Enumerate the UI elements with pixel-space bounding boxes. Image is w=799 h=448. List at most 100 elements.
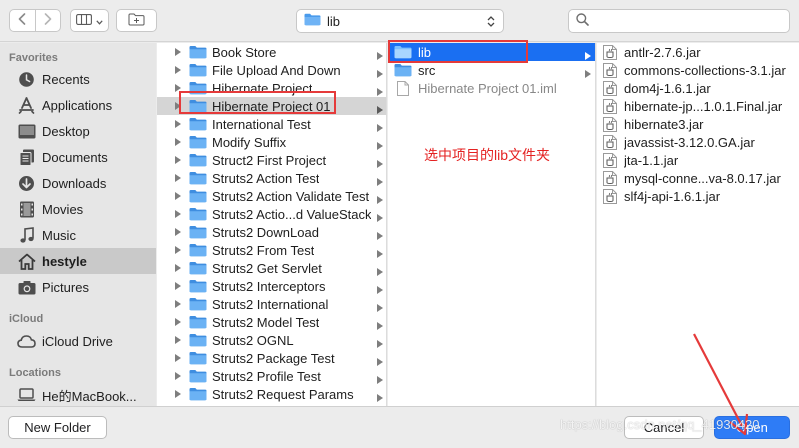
list-item[interactable]: File Upload And Down xyxy=(157,61,386,79)
list-item[interactable]: Struct2 First Project xyxy=(157,151,386,169)
folder-icon xyxy=(189,189,207,204)
sidebar-item-label: iCloud Drive xyxy=(42,333,113,349)
list-item[interactable]: Struts2 Interceptors xyxy=(157,277,386,295)
list-item[interactable]: slf4j-api-1.6.1.jar xyxy=(597,187,798,205)
sidebar-item-downloads[interactable]: Downloads xyxy=(0,170,156,196)
list-item-label: dom4j-1.6.1.jar xyxy=(624,80,711,96)
new-folder-icon xyxy=(128,13,145,29)
list-item[interactable]: Modify Suffix xyxy=(157,133,386,151)
list-item[interactable]: Struts2 Model Test xyxy=(157,313,386,331)
sidebar-item-desktop[interactable]: Desktop xyxy=(0,118,156,144)
back-button[interactable] xyxy=(10,10,35,31)
list-item[interactable]: hibernate3.jar xyxy=(597,115,798,133)
list-item-label: Hibernate Project 01.iml xyxy=(418,80,557,96)
list-item[interactable]: Struts2 Profile Test xyxy=(157,367,386,385)
home-icon xyxy=(17,252,36,270)
folder-icon xyxy=(394,63,412,78)
list-item[interactable]: Struts2 International xyxy=(157,295,386,313)
chevron-right-icon xyxy=(44,13,52,28)
list-item[interactable]: commons-collections-3.1.jar xyxy=(597,61,798,79)
list-item-label: Struts2 Action Validate Test xyxy=(212,188,370,204)
list-item[interactable]: Struts2 OGNL xyxy=(157,331,386,349)
download-icon xyxy=(17,174,36,192)
list-item[interactable]: Struts2 Actio...d ValueStack xyxy=(157,205,386,223)
sidebar-item-icloud-drive[interactable]: iCloud Drive xyxy=(0,328,156,354)
list-item[interactable]: Struts2 Action Validate Test xyxy=(157,187,386,205)
disclosure-triangle-icon xyxy=(174,282,182,290)
list-item-label: File Upload And Down xyxy=(212,62,341,78)
list-item[interactable]: mysql-conne...va-8.0.17.jar xyxy=(597,169,798,187)
list-item-label: Struts2 Profile Test xyxy=(212,368,321,384)
folder-icon xyxy=(189,45,207,60)
folder-icon xyxy=(189,135,207,150)
jar-file-icon xyxy=(601,134,619,150)
forward-button[interactable] xyxy=(34,10,61,31)
disclosure-triangle-icon xyxy=(174,48,182,56)
list-item[interactable]: javassist-3.12.0.GA.jar xyxy=(597,133,798,151)
list-item[interactable]: dom4j-1.6.1.jar xyxy=(597,79,798,97)
list-item-label: Struts2 Package Test xyxy=(212,350,335,366)
list-item-label: Struts2 International xyxy=(212,296,329,312)
jar-file-icon xyxy=(601,80,619,96)
list-item[interactable]: hibernate-jp...1.0.1.Final.jar xyxy=(597,97,798,115)
list-item[interactable]: Hibernate Project 01.iml xyxy=(388,79,595,97)
list-item-label: jta-1.1.jar xyxy=(624,152,679,168)
list-item-label: Struts2 Request Params xyxy=(212,386,354,402)
jar-file-icon xyxy=(601,170,619,186)
list-item-label: Struts2 From Test xyxy=(212,242,315,258)
list-item[interactable]: Book Store xyxy=(157,43,386,61)
list-item-label: Struts2 Model Test xyxy=(212,314,320,330)
list-item-label: slf4j-api-1.6.1.jar xyxy=(624,188,721,204)
folder-icon xyxy=(189,207,207,222)
folder-icon xyxy=(189,171,207,186)
jar-file-icon xyxy=(601,98,619,114)
sidebar-item-recents[interactable]: Recents xyxy=(0,66,156,92)
list-item-label: antlr-2.7.6.jar xyxy=(624,44,701,60)
sidebar-item-macbook[interactable]: He的MacBook... xyxy=(0,382,156,406)
sidebar-item-hestyle[interactable]: hestyle xyxy=(0,248,156,274)
list-item[interactable]: Struts2 Get Servlet xyxy=(157,259,386,277)
list-item[interactable]: Struts2 From Test xyxy=(157,241,386,259)
new-folder-toolbar-button[interactable] xyxy=(116,9,157,32)
disclosure-triangle-icon xyxy=(174,246,182,254)
view-mode-button[interactable] xyxy=(70,9,109,32)
sidebar-item-applications[interactable]: Applications xyxy=(0,92,156,118)
folder-icon xyxy=(189,261,207,276)
list-item-label: Struts2 Action Test xyxy=(212,170,320,186)
disclosure-triangle-icon xyxy=(174,66,182,74)
list-item-label: mysql-conne...va-8.0.17.jar xyxy=(624,170,781,186)
list-item[interactable]: International Test xyxy=(157,115,386,133)
sidebar-item-movies[interactable]: Movies xyxy=(0,196,156,222)
list-item-label: Book Store xyxy=(212,44,277,60)
folder-icon xyxy=(189,297,207,312)
list-item-label: Struts2 Get Servlet xyxy=(212,260,322,276)
document-icon xyxy=(17,148,36,166)
column-project-contents: lib src Hibernate Project 01.iml xyxy=(388,43,596,406)
list-item[interactable]: Struts2 DownLoad xyxy=(157,223,386,241)
sidebar-item-music[interactable]: Music xyxy=(0,222,156,248)
chevron-down-icon xyxy=(96,13,103,28)
sidebar-item-label: Applications xyxy=(42,97,113,113)
list-item[interactable]: src xyxy=(388,61,595,79)
cancel-button[interactable]: Cancel xyxy=(624,416,704,439)
disclosure-triangle-icon xyxy=(174,174,182,182)
open-button[interactable]: Open xyxy=(714,416,790,439)
list-item[interactable]: Struts2 Request Params xyxy=(157,385,386,403)
list-item[interactable]: antlr-2.7.6.jar xyxy=(597,43,798,61)
film-icon xyxy=(17,200,36,218)
list-item[interactable]: Struts2 Action Test xyxy=(157,169,386,187)
sidebar-header-favorites: Favorites xyxy=(9,52,58,64)
sidebar-item-documents[interactable]: Documents xyxy=(0,144,156,170)
list-item[interactable]: jta-1.1.jar xyxy=(597,151,798,169)
sidebar-item-pictures[interactable]: Pictures xyxy=(0,274,156,300)
disclosure-triangle-icon xyxy=(174,336,182,344)
list-item-label: International Test xyxy=(212,116,311,132)
list-item[interactable]: Struts2 Package Test xyxy=(157,349,386,367)
new-folder-button[interactable]: New Folder xyxy=(8,416,107,439)
folder-icon xyxy=(189,63,207,78)
disclosure-triangle-icon xyxy=(174,138,182,146)
path-popup[interactable]: lib xyxy=(296,9,504,33)
toolbar: lib xyxy=(0,0,799,42)
desktop-icon xyxy=(17,122,36,140)
search-input[interactable] xyxy=(568,9,790,33)
